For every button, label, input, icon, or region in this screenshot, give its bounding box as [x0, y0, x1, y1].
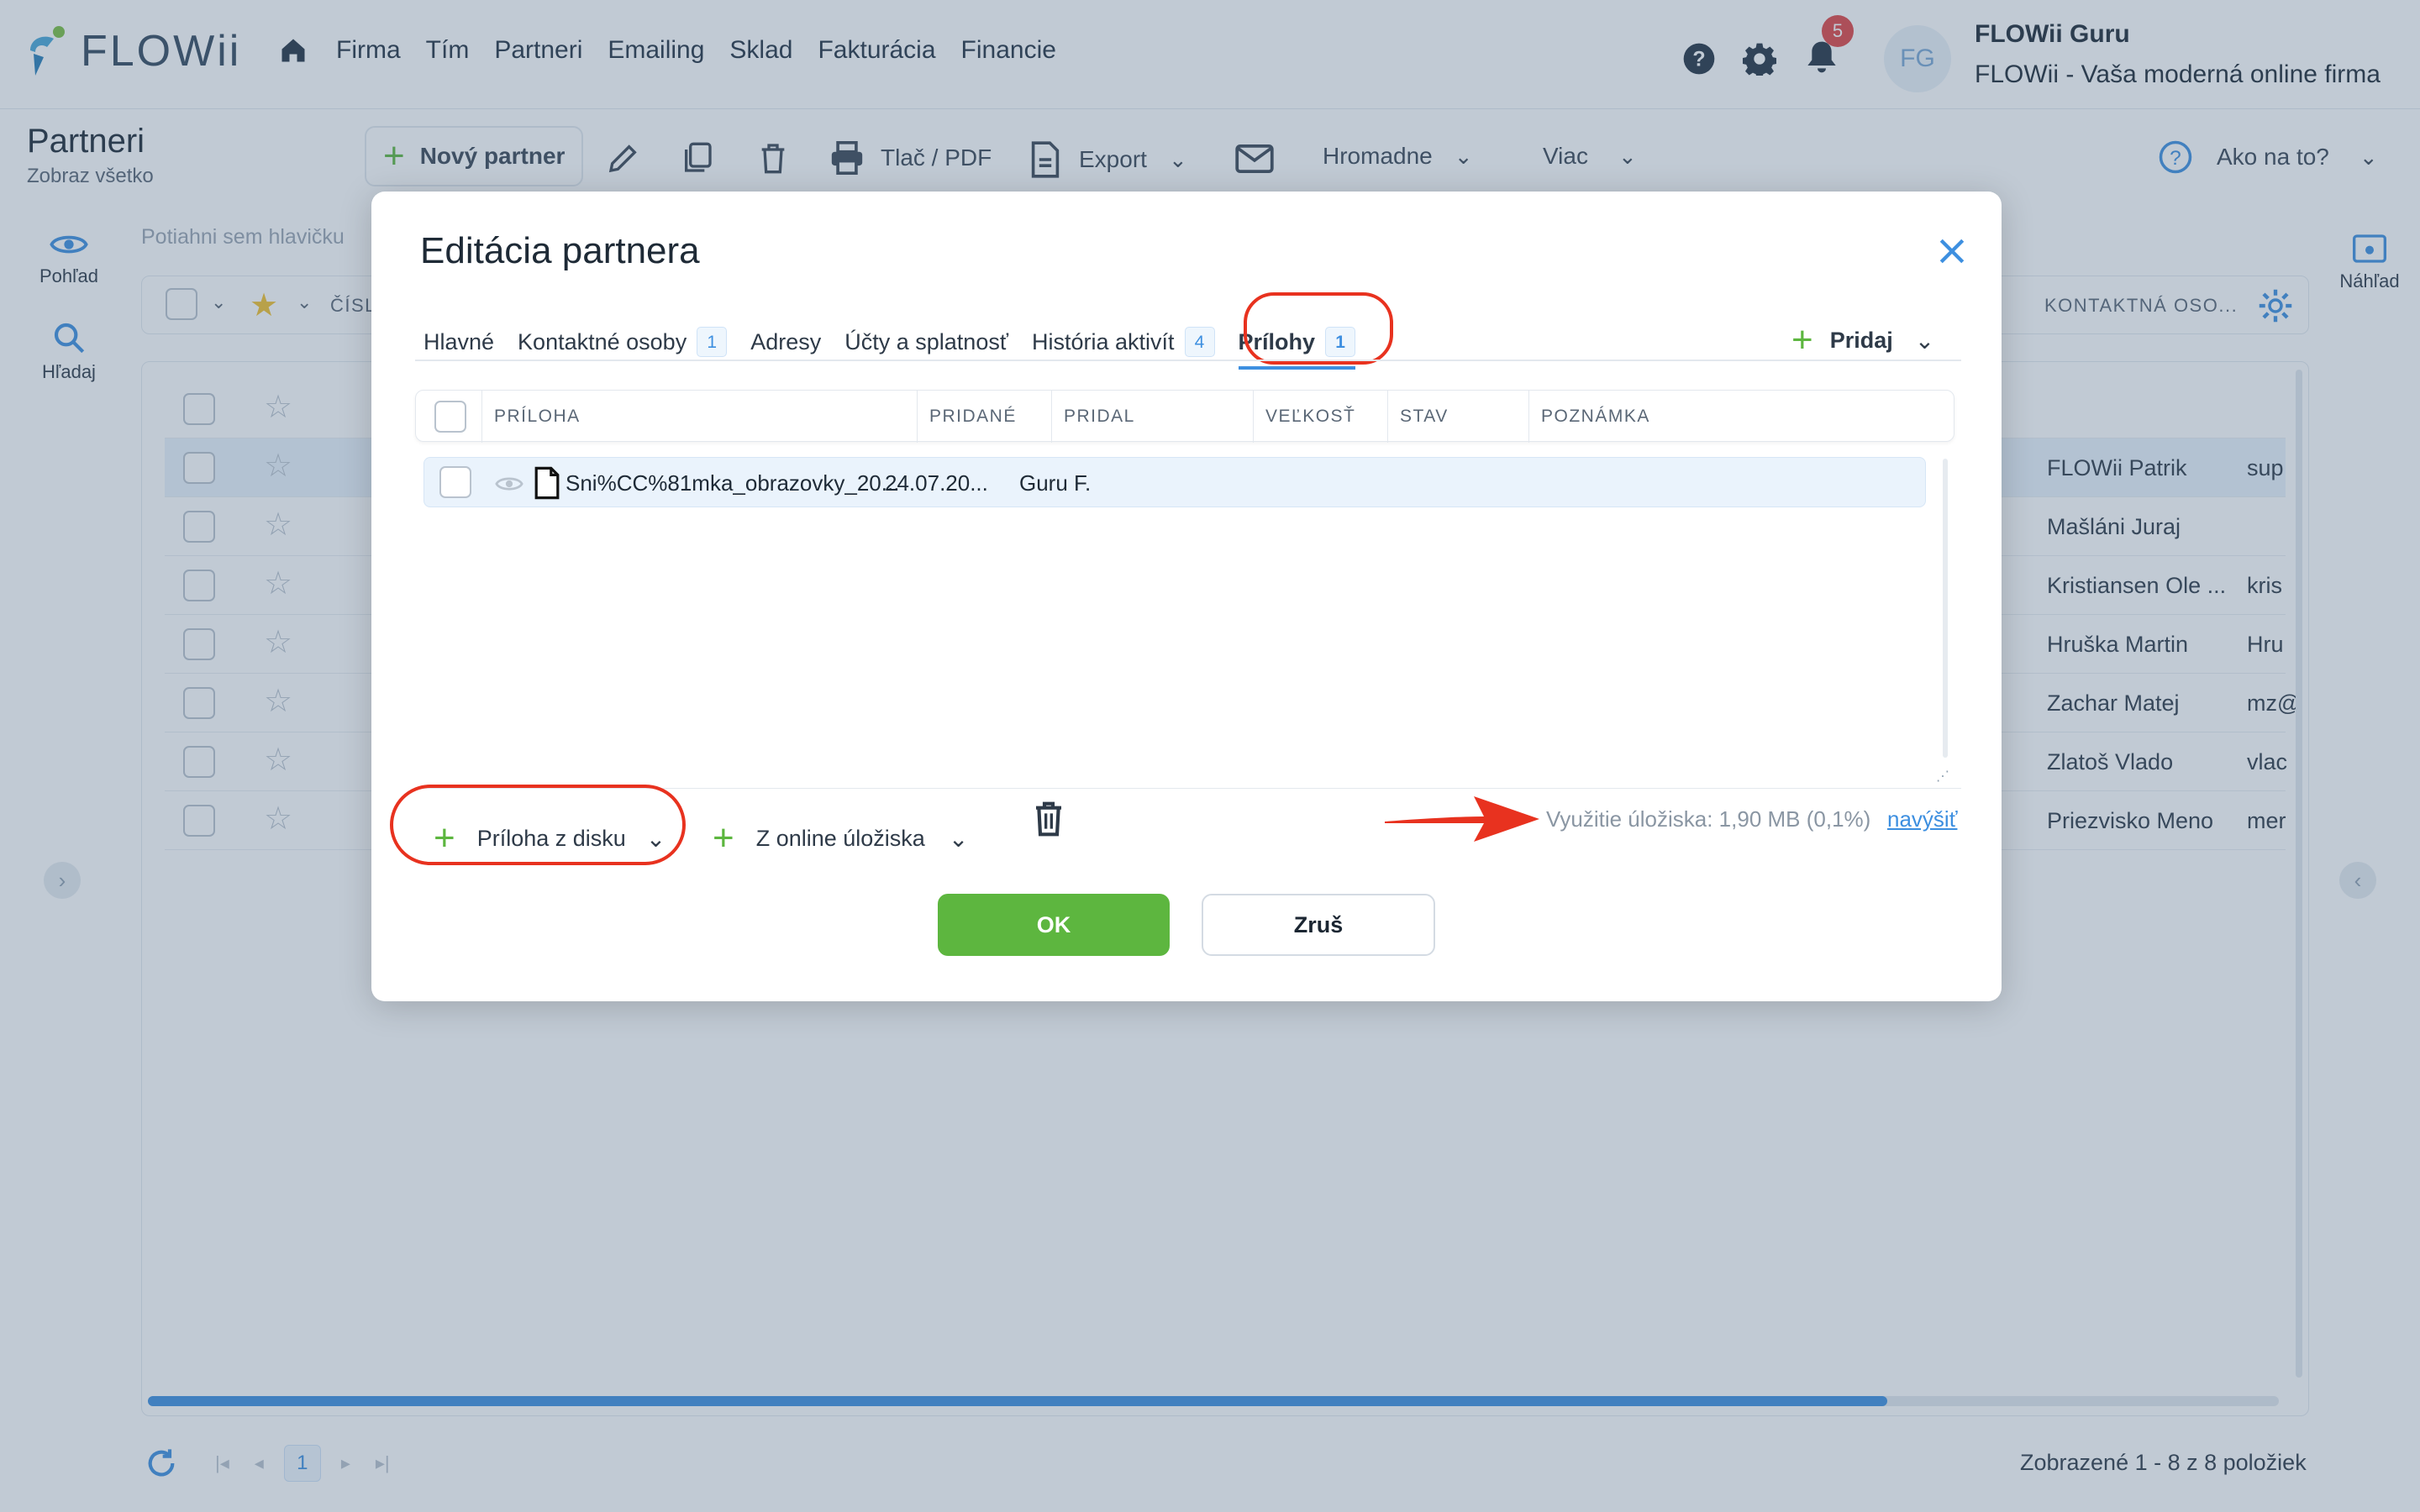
cancel-button[interactable]: Zruš	[1202, 894, 1435, 956]
tab-count-badge: 4	[1184, 327, 1215, 357]
tab-divider	[415, 360, 1961, 361]
column-header-state[interactable]: STAV	[1387, 391, 1528, 443]
tab-accounts[interactable]: Účty a splatnosť	[844, 329, 1008, 355]
ok-button[interactable]: OK	[938, 894, 1170, 956]
tab-contacts[interactable]: Kontaktné osoby 1	[518, 327, 728, 357]
column-header-added-by[interactable]: PRIDAL	[1051, 391, 1253, 443]
plus-icon: +	[713, 817, 734, 858]
online-storage-dropdown[interactable]: + Z online úložiska ⌄	[713, 805, 968, 872]
edit-partner-dialog: Editácia partnera Hlavné Kontaktné osoby…	[371, 192, 2002, 1001]
select-all-attachments-checkbox[interactable]	[434, 401, 466, 433]
chevron-down-icon: ⌄	[1914, 327, 1935, 354]
chevron-down-icon: ⌄	[948, 825, 969, 852]
eye-icon[interactable]	[495, 475, 523, 493]
attachment-filename[interactable]: Sni%CC%81mka_obrazovky_20...	[566, 470, 899, 496]
column-header-attachment[interactable]: PRÍLOHA	[481, 391, 917, 443]
close-icon[interactable]	[1938, 237, 1966, 265]
tab-activity-history[interactable]: História aktivít 4	[1032, 327, 1215, 357]
dialog-tabs: Hlavné Kontaktné osoby 1 Adresy Účty a sp…	[424, 314, 1379, 370]
tab-main[interactable]: Hlavné	[424, 329, 494, 355]
column-header-note[interactable]: POZNÁMKA	[1528, 391, 1954, 443]
resize-handle-icon[interactable]: ⋰	[1936, 768, 1949, 785]
attachments-table-header: PRÍLOHA PRIDANÉ PRIDAL VEĽKOSŤ STAV POZN…	[415, 390, 1954, 443]
dialog-title: Editácia partnera	[420, 230, 700, 271]
add-dropdown[interactable]: + Pridaj ⌄	[1791, 319, 1934, 361]
attachment-added-by: Guru F.	[1019, 470, 1092, 496]
plus-icon: +	[1791, 319, 1813, 360]
column-header-added[interactable]: PRIDANÉ	[917, 391, 1051, 443]
attachment-checkbox[interactable]	[439, 466, 471, 498]
attachment-row[interactable]: Sni%CC%81mka_obrazovky_20... 24.07.20...…	[424, 457, 1926, 507]
attachments-scrollbar[interactable]	[1943, 459, 1948, 758]
annotation-arrow-icon	[1385, 796, 1539, 842]
tab-count-badge: 1	[697, 327, 728, 357]
increase-storage-link[interactable]: navýšiť	[1887, 806, 1957, 832]
storage-usage-label: Využitie úložiska: 1,90 MB (0,1%)	[1546, 806, 1871, 832]
tab-addresses[interactable]: Adresy	[750, 329, 821, 355]
annotation-highlight-tab	[1244, 292, 1393, 365]
annotation-highlight-disk	[390, 785, 686, 865]
delete-attachment-trash-icon[interactable]	[1032, 800, 1065, 838]
column-header-size[interactable]: VEĽKOSŤ	[1253, 391, 1387, 443]
file-icon	[534, 466, 560, 500]
attachment-added-date: 24.07.20...	[885, 470, 988, 496]
